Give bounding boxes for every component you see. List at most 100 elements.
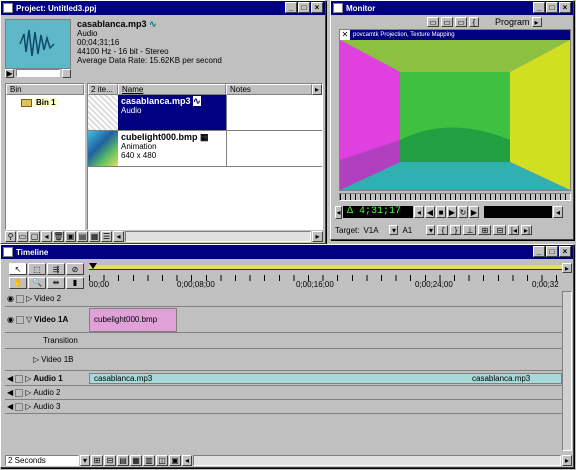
scroll-left-button[interactable]: ◂ xyxy=(182,455,192,466)
eye-icon[interactable]: ◉ xyxy=(7,294,14,303)
stop-icon[interactable]: ■ xyxy=(436,206,446,218)
edit-line-marker[interactable] xyxy=(89,263,97,269)
selection-tool-icon[interactable]: ↖ xyxy=(9,263,27,275)
view-dual-icon[interactable]: ▭ xyxy=(441,17,453,27)
speaker-icon[interactable]: ◀ xyxy=(7,374,13,383)
volume-icon[interactable]: ◂ xyxy=(553,206,563,218)
target-video-arrow[interactable]: ▾ xyxy=(389,225,399,235)
icon-view-icon[interactable]: ▦ xyxy=(89,231,100,242)
toggle-edges-icon[interactable]: ⊟ xyxy=(104,455,116,466)
toggle-audio-icon[interactable]: ◫ xyxy=(156,455,168,466)
track-header[interactable]: ◀ ▷ Audio 3 xyxy=(5,400,562,414)
track-content[interactable] xyxy=(89,333,562,348)
jog-display[interactable] xyxy=(484,206,552,218)
preview-end-button[interactable] xyxy=(62,69,71,78)
ripple-edit-icon[interactable]: ⇹ xyxy=(47,276,65,289)
expand-arrow-icon[interactable]: ▷ xyxy=(33,355,39,364)
vertical-scrollbar[interactable] xyxy=(562,291,572,451)
next-edit-icon[interactable]: ▸| xyxy=(521,225,533,235)
track-content[interactable] xyxy=(89,400,562,413)
folder-button[interactable]: ▢ xyxy=(29,231,40,242)
overlay-icon[interactable]: ⊟ xyxy=(493,225,507,235)
minimize-button[interactable]: _ xyxy=(533,2,545,13)
project-titlebar[interactable]: Project: Untitled3.ppj _ □ × xyxy=(1,1,325,15)
track-header[interactable]: ◀ ▷ Audio 2 xyxy=(5,386,562,400)
items-count-header[interactable]: 2 ite... xyxy=(88,84,118,95)
name-column-header[interactable]: Name xyxy=(118,84,226,95)
razor-tool-icon[interactable]: ▮ xyxy=(66,276,84,289)
link-tool-icon[interactable]: ⊘ xyxy=(66,263,84,275)
range-select-icon[interactable]: ⬚ xyxy=(28,263,46,275)
lift-icon[interactable]: ⊥ xyxy=(463,225,477,235)
minimize-button[interactable]: _ xyxy=(285,2,297,13)
view-trim-icon[interactable]: ▭ xyxy=(455,17,467,27)
program-menu-arrow[interactable]: ▸ xyxy=(531,17,542,27)
zoom-select[interactable]: 2 Seconds xyxy=(5,455,79,466)
track-content[interactable]: casablanca.mp3 casablanca.mp3 xyxy=(89,372,562,385)
next-frame-icon[interactable]: ▶ xyxy=(469,206,479,218)
zoom-menu-arrow[interactable]: ▾ xyxy=(80,455,90,466)
mark-out-icon[interactable]: } xyxy=(450,225,462,235)
track-content[interactable] xyxy=(89,349,562,370)
expand-arrow-icon[interactable]: ▷ xyxy=(25,374,31,383)
track-select-icon[interactable]: ⇶ xyxy=(47,263,65,275)
close-button[interactable]: × xyxy=(311,2,323,13)
target-audio-arrow[interactable]: ▾ xyxy=(426,225,436,235)
expand-arrow-icon[interactable]: ▷ xyxy=(25,402,31,411)
work-area-bar[interactable] xyxy=(89,265,562,270)
expand-arrow-icon[interactable]: ▷ xyxy=(25,388,31,397)
close-button[interactable]: × xyxy=(559,246,571,257)
close-button[interactable]: × xyxy=(559,2,571,13)
bin-header[interactable]: Bin xyxy=(6,84,84,95)
view-single-icon[interactable]: ▭ xyxy=(427,17,439,27)
scroll-right-button[interactable]: ▸ xyxy=(312,231,323,242)
lock-icon[interactable] xyxy=(15,402,24,411)
video-clip[interactable]: cubelight000.bmp xyxy=(89,308,177,332)
hand-tool-icon[interactable]: ✋ xyxy=(9,276,27,289)
zoom-tool-icon[interactable]: 🔍 xyxy=(28,276,46,289)
list-view-icon[interactable]: ☰ xyxy=(101,231,112,242)
lock-icon[interactable] xyxy=(15,388,24,397)
preview-scrubber[interactable] xyxy=(16,69,60,77)
marker-icon[interactable]: { xyxy=(469,17,479,27)
timeline-titlebar[interactable]: Timeline _ □ × xyxy=(1,245,573,259)
track-header[interactable]: ◀ ▷ Audio 1 casablanca.mp3 casablanca.mp3 xyxy=(5,372,562,386)
lock-icon[interactable] xyxy=(15,294,24,303)
maximize-button[interactable]: □ xyxy=(546,2,558,13)
lock-icon[interactable] xyxy=(15,315,24,324)
expand-arrow-icon[interactable]: ▷ xyxy=(26,294,32,303)
toggle-track-icon[interactable]: ▥ xyxy=(143,455,155,466)
bin-item[interactable]: Bin 1 xyxy=(21,98,84,107)
maximize-button[interactable]: □ xyxy=(298,2,310,13)
toggle-sync-icon[interactable]: ▦ xyxy=(130,455,142,466)
lock-icon[interactable] xyxy=(15,374,24,383)
find-icon[interactable]: ⚲ xyxy=(5,231,16,242)
list-item[interactable]: casablanca.mp3 ∿ Audio xyxy=(88,95,322,131)
toggle-shift-icon[interactable]: ▤ xyxy=(117,455,129,466)
track-content[interactable] xyxy=(89,386,562,399)
play-icon[interactable]: ▶ xyxy=(447,206,457,218)
monitor-titlebar[interactable]: Monitor _ □ × xyxy=(331,1,573,15)
mark-in-icon[interactable]: { xyxy=(437,225,449,235)
prev-frame-icon[interactable]: ◀ xyxy=(425,206,435,218)
prev-edit-icon[interactable]: |◂ xyxy=(508,225,520,235)
horizontal-scrollbar[interactable] xyxy=(125,231,311,242)
insert-icon[interactable]: ⊞ xyxy=(478,225,492,235)
track-header[interactable]: ◉ ▷ Video 2 xyxy=(5,291,562,307)
play-icon[interactable]: ▶ xyxy=(5,69,14,78)
scroll-left-button[interactable]: ◂ xyxy=(41,231,52,242)
speaker-icon[interactable]: ◀ xyxy=(7,388,13,397)
list-item[interactable]: cubelight000.bmp ▦ Animation 640 x 480 xyxy=(88,131,322,167)
track-content[interactable] xyxy=(89,291,562,306)
speaker-icon[interactable]: ◀ xyxy=(7,402,13,411)
scroll-right-button[interactable]: ▸ xyxy=(562,455,572,466)
eye-icon[interactable]: ◉ xyxy=(7,315,14,324)
target-audio-select[interactable]: A1 xyxy=(402,226,424,235)
minimize-button[interactable]: _ xyxy=(533,246,545,257)
toggle-snap-icon[interactable]: ⊞ xyxy=(91,455,103,466)
track-header[interactable]: ▷ Video 1B xyxy=(5,349,562,371)
target-video-select[interactable]: V1A xyxy=(363,226,387,235)
notes-column-header[interactable]: Notes xyxy=(226,84,312,95)
step-back-icon[interactable]: ◂ xyxy=(414,206,424,218)
loop-icon[interactable]: ↻ xyxy=(458,206,468,218)
